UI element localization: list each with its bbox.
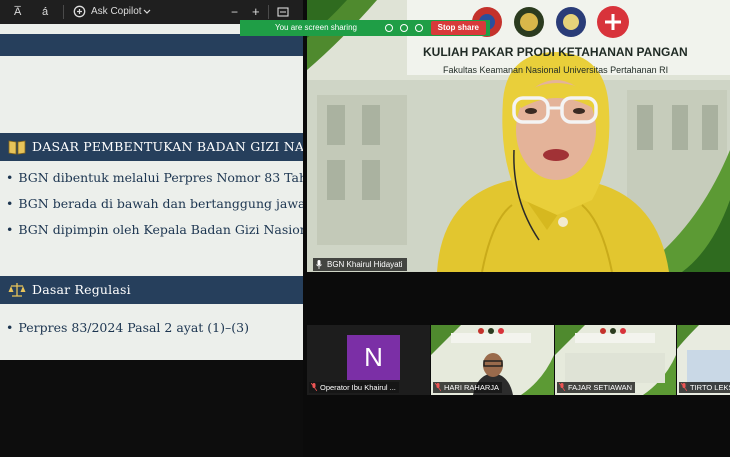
toolbar-divider: [63, 5, 64, 19]
draw-icon[interactable]: A̅: [14, 5, 21, 19]
participant-tile[interactable]: N Operator Ibu Khairul ...: [307, 325, 430, 395]
microphone-muted-icon: [681, 383, 687, 391]
slide-header-band: [0, 34, 303, 56]
section-title: DASAR PEMBENTUKAN BADAN GIZI NASIONAL: [32, 139, 303, 154]
annotate-icon[interactable]: [400, 24, 408, 32]
section-title: Dasar Regulasi: [32, 282, 131, 297]
zoom-out-button[interactable]: −: [231, 5, 238, 19]
ask-copilot-button[interactable]: Ask Copilot: [91, 5, 142, 19]
participant-name-tag: TIRTO LEKS: [679, 382, 730, 393]
microphone-muted-icon: [311, 383, 317, 391]
microphone-muted-icon: [559, 383, 565, 391]
section-bar-dasar-regulasi: Dasar Regulasi: [0, 276, 303, 304]
toolbar-divider: [268, 5, 269, 19]
read-aloud-icon[interactable]: á́: [42, 5, 48, 19]
presenter-name: BGN Khairul Hidayati: [327, 260, 403, 269]
participant-name-tag: Operator Ibu Khairul ...: [309, 382, 399, 393]
screen-sharing-label: You are screen sharing: [275, 23, 357, 32]
book-icon: [8, 140, 26, 155]
participant-tile[interactable]: FAJAR SETIAWAN: [555, 325, 676, 395]
security-shield-icon[interactable]: [415, 24, 423, 32]
fit-page-icon[interactable]: [277, 5, 289, 19]
meeting-panel: KULIAH PAKAR PRODI KETAHANAN PANGAN Faku…: [303, 0, 730, 457]
participant-tile[interactable]: TIRTO LEKS: [677, 325, 730, 395]
list-item: • Perpres 83/2024 Pasal 2 ayat (1)–(3): [6, 320, 249, 335]
stop-share-button[interactable]: Stop share: [430, 21, 486, 35]
presenter-video-frame: [307, 0, 730, 272]
presenter-name-tag: BGN Khairul Hidayati: [313, 258, 407, 271]
list-item: • BGN berada di bawah dan bertanggung jaw…: [6, 196, 303, 211]
participant-name-tag: FAJAR SETIAWAN: [557, 382, 636, 393]
chevron-down-icon[interactable]: [143, 5, 151, 19]
zoom-in-button[interactable]: +: [252, 5, 260, 19]
banner-subtitle: Fakultas Keamanan Nasional Universitas P…: [443, 65, 669, 75]
banner-title: KULIAH PAKAR PRODI KETAHANAN PANGAN: [423, 45, 688, 59]
list-item: • BGN dibentuk melalui Perpres Nomor 83 T…: [6, 170, 303, 185]
section-bar-dasar-pembentukan: DASAR PEMBENTUKAN BADAN GIZI NASIONAL: [0, 133, 303, 161]
screen-sharing-bar: You are screen sharing Stop share: [240, 20, 490, 36]
presenter-video: KULIAH PAKAR PRODI KETAHANAN PANGAN Faku…: [307, 0, 730, 272]
microphone-muted-icon: [435, 383, 441, 391]
list-item: • BGN dipimpin oleh Kepala Badan Gizi Nas…: [6, 222, 303, 237]
microphone-icon: [316, 260, 322, 269]
participant-name-tag: HARI RAHARJA: [433, 382, 503, 393]
copilot-icon[interactable]: [73, 5, 86, 19]
participant-avatar: N: [347, 335, 400, 380]
participant-tile[interactable]: HARI RAHARJA: [431, 325, 554, 395]
presentation-slide: DASAR PEMBENTUKAN BADAN GIZI NASIONAL •B…: [0, 24, 303, 457]
scales-icon: [8, 283, 26, 297]
slide-bottom-dark: [0, 360, 303, 457]
pause-share-icon[interactable]: [385, 24, 393, 32]
